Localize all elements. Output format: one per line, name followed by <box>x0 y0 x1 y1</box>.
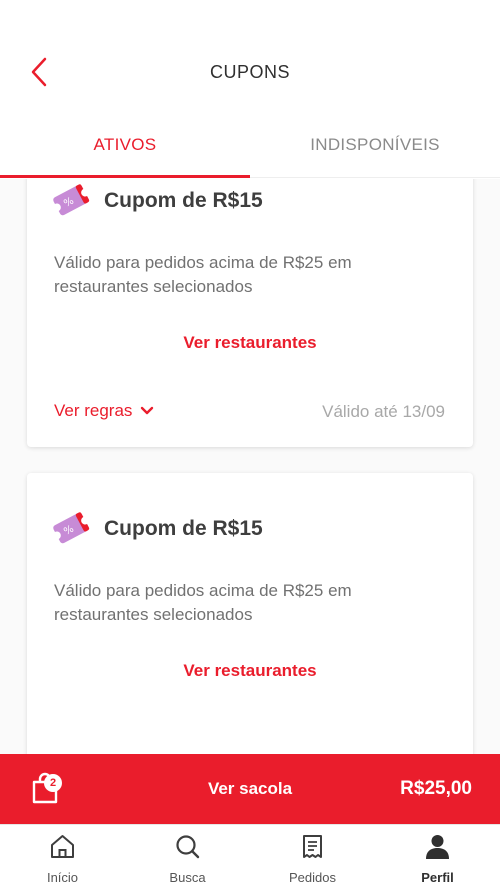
chevron-down-icon <box>141 406 154 415</box>
coupon-ticket-icon: % <box>52 512 90 544</box>
see-restaurants-link[interactable]: Ver restaurantes <box>27 661 473 681</box>
home-icon <box>51 835 74 858</box>
orders-icon <box>303 835 322 858</box>
coupon-description: Válido para pedidos acima de R$25 em res… <box>54 253 352 296</box>
user-icon <box>426 835 449 859</box>
tab-bar: ATIVOS INDISPONÍVEIS <box>0 120 500 178</box>
app-header: CUPONS <box>0 0 500 120</box>
nav-label: Perfil <box>421 870 454 885</box>
coupon-title: Cupom de R$15 <box>104 517 263 540</box>
bottom-nav: Início Busca Pedidos Perfil <box>0 824 500 890</box>
tab-ativos[interactable]: ATIVOS <box>0 120 250 178</box>
coupon-title: Cupom de R$15 <box>104 189 263 212</box>
nav-item-pedidos[interactable]: Pedidos <box>250 825 375 890</box>
nav-label: Pedidos <box>289 870 336 885</box>
coupon-ticket-icon: % <box>52 184 90 216</box>
search-icon <box>176 835 200 859</box>
nav-item-perfil[interactable]: Perfil <box>375 825 500 890</box>
nav-label: Início <box>46 870 79 885</box>
page-title: CUPONS <box>209 62 290 82</box>
coupon-list[interactable]: % Cupom de R$15 Válido para pedidos acim… <box>0 179 500 754</box>
bag-bar[interactable]: 2 Ver sacola R$25,00 <box>0 754 500 824</box>
nav-item-inicio[interactable]: Início <box>0 825 125 890</box>
see-rules-label: Ver regras <box>54 401 133 420</box>
nav-label: Busca <box>169 870 206 885</box>
active-tab-indicator <box>0 175 250 178</box>
nav-item-busca[interactable]: Busca <box>125 825 250 890</box>
see-rules-button[interactable]: Ver regras <box>54 401 154 421</box>
coupon-validity: Válido até 13/09 <box>322 402 445 421</box>
coupon-card: % Cupom de R$15 Válido para pedidos acim… <box>27 179 473 447</box>
coupon-description: Válido para pedidos acima de R$25 em res… <box>54 581 352 624</box>
coupon-card: % Cupom de R$15 Válido para pedidos acim… <box>27 473 473 754</box>
bag-total: R$25,00 <box>400 778 472 799</box>
see-restaurants-link[interactable]: Ver restaurantes <box>27 333 473 353</box>
tab-indisponiveis[interactable]: INDISPONÍVEIS <box>250 120 500 178</box>
